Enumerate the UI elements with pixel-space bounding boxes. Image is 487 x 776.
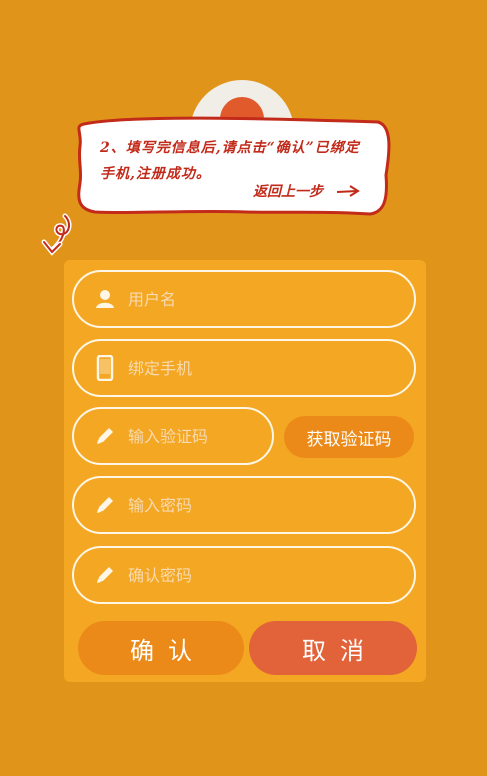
- code-field[interactable]: [72, 407, 274, 465]
- back-link-label: 返回上一步: [253, 184, 323, 200]
- tooltip-message: 2、填写完信息后,请点击“确认”已绑定手机,注册成功。: [100, 140, 360, 182]
- username-field[interactable]: [72, 270, 416, 328]
- code-input[interactable]: [126, 425, 260, 447]
- cancel-button[interactable]: 取消: [249, 621, 417, 675]
- password-input[interactable]: [126, 494, 370, 516]
- pencil-icon: [94, 564, 116, 586]
- confirm-button[interactable]: 确认: [78, 621, 244, 675]
- phone-input[interactable]: [126, 357, 370, 379]
- get-code-button[interactable]: 获取验证码: [284, 416, 414, 458]
- user-icon: [94, 288, 116, 310]
- pencil-icon: [94, 494, 116, 516]
- back-link[interactable]: 返回上一步: [253, 181, 361, 201]
- phone-icon: [94, 355, 116, 381]
- arrow-right-icon: [336, 185, 360, 197]
- phone-field[interactable]: [72, 339, 416, 397]
- curly-arrow-icon: [41, 213, 72, 256]
- password-field[interactable]: [72, 476, 416, 534]
- pencil-icon: [94, 425, 116, 447]
- username-input[interactable]: [126, 288, 370, 310]
- confirm-password-input[interactable]: [126, 564, 370, 586]
- confirm-password-field[interactable]: [72, 546, 416, 604]
